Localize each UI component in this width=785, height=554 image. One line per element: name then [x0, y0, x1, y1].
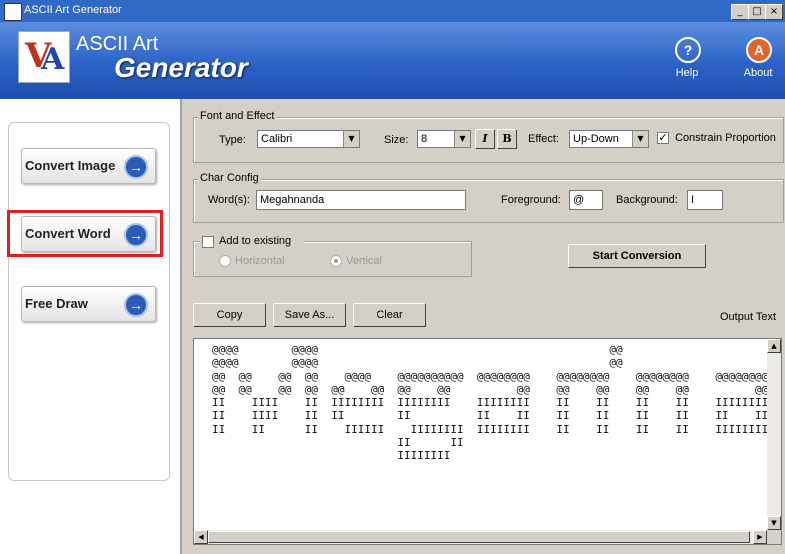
scroll-up-icon[interactable]: ▲: [767, 339, 781, 353]
chevron-down-icon[interactable]: ▼: [343, 131, 359, 147]
background-value: I: [691, 194, 695, 206]
horizontal-scroll-thumb[interactable]: [208, 531, 750, 543]
close-button[interactable]: ×: [765, 4, 783, 20]
app-title-line2: Generator: [114, 52, 248, 83]
about-label: About: [743, 67, 773, 79]
effect-label: Effect:: [528, 133, 559, 145]
help-label: Help: [675, 67, 699, 79]
scroll-left-icon[interactable]: ◀: [194, 530, 208, 544]
font-effect-legend: Font and Effect: [198, 110, 277, 122]
convert-image-label: Convert Image: [25, 158, 116, 173]
horizontal-radio[interactable]: [219, 255, 231, 267]
constrain-label: Constrain Proportion: [675, 132, 776, 144]
output-text-label: Output Text: [720, 311, 777, 323]
title-bar: ASCII Art Generator _ □ ×: [0, 0, 785, 22]
app-logo: V A: [18, 31, 70, 83]
type-label: Type:: [219, 134, 246, 146]
font-size-select[interactable]: 8 ▼: [417, 130, 471, 148]
help-button[interactable]: ? Help: [657, 34, 717, 92]
bold-button[interactable]: B: [497, 129, 517, 149]
minimize-button[interactable]: _: [731, 4, 749, 20]
scroll-right-icon[interactable]: ▶: [753, 530, 767, 544]
horizontal-label: Horizontal: [235, 255, 285, 267]
words-input[interactable]: Megahnanda: [256, 190, 466, 210]
free-draw-button[interactable]: Free Draw →: [21, 286, 156, 322]
window-title: ASCII Art Generator: [24, 4, 122, 16]
free-draw-label: Free Draw: [25, 296, 88, 311]
italic-button[interactable]: I: [475, 129, 495, 149]
horizontal-scrollbar[interactable]: ◀ ▶: [194, 530, 767, 544]
words-label: Word(s):: [208, 194, 250, 206]
constrain-checkbox[interactable]: ✓: [657, 132, 669, 144]
convert-image-button[interactable]: Convert Image →: [21, 148, 156, 184]
copy-button[interactable]: Copy: [193, 303, 266, 327]
arrow-right-icon: →: [124, 293, 148, 317]
vertical-label: Vertical: [346, 255, 383, 267]
clear-button[interactable]: Clear: [353, 303, 426, 327]
chevron-down-icon[interactable]: ▼: [454, 131, 470, 147]
background-input[interactable]: I: [687, 190, 723, 210]
about-button[interactable]: A About: [728, 34, 785, 92]
maximize-button[interactable]: □: [748, 4, 766, 20]
start-conversion-button[interactable]: Start Conversion: [568, 244, 706, 268]
foreground-label: Foreground:: [501, 194, 561, 206]
ascii-output: @@@@ @@@@ @@ @@@@ @@@@ @@ @@ @@ @@ @@ @@…: [212, 343, 769, 463]
font-size-value: 8: [421, 133, 428, 145]
background-label: Background:: [616, 194, 678, 206]
char-config-legend: Char Config: [198, 172, 261, 184]
about-icon: A: [746, 37, 772, 63]
foreground-value: @: [573, 194, 585, 206]
vertical-radio[interactable]: [330, 255, 342, 267]
scroll-down-icon[interactable]: ▼: [767, 516, 781, 530]
radio-dot: [334, 259, 338, 263]
font-type-value: Calibri: [261, 133, 293, 145]
scroll-corner: [767, 530, 781, 544]
arrow-right-icon: →: [124, 155, 148, 179]
size-label: Size:: [384, 134, 409, 146]
add-existing-checkbox[interactable]: [202, 236, 214, 248]
save-as-button[interactable]: Save As...: [273, 303, 346, 327]
font-type-select[interactable]: Calibri ▼: [257, 130, 360, 148]
selection-highlight: [7, 210, 163, 257]
panel-divider: [180, 99, 182, 554]
output-textarea[interactable]: @@@@ @@@@ @@ @@@@ @@@@ @@ @@ @@ @@ @@ @@…: [193, 338, 782, 545]
foreground-input[interactable]: @: [569, 190, 603, 210]
header-banner: V A ASCII Art Generator ? Help A About: [0, 22, 785, 99]
help-icon: ?: [675, 37, 701, 63]
effect-select[interactable]: Up-Down ▼: [569, 130, 649, 148]
vertical-scrollbar[interactable]: ▲ ▼: [767, 339, 781, 530]
add-existing-label: Add to existing: [219, 235, 292, 247]
app-icon: [4, 3, 22, 21]
effect-value: Up-Down: [573, 133, 619, 145]
chevron-down-icon[interactable]: ▼: [632, 131, 648, 147]
words-value: Megahnanda: [260, 194, 325, 206]
logo-mark-a: A: [41, 42, 65, 77]
